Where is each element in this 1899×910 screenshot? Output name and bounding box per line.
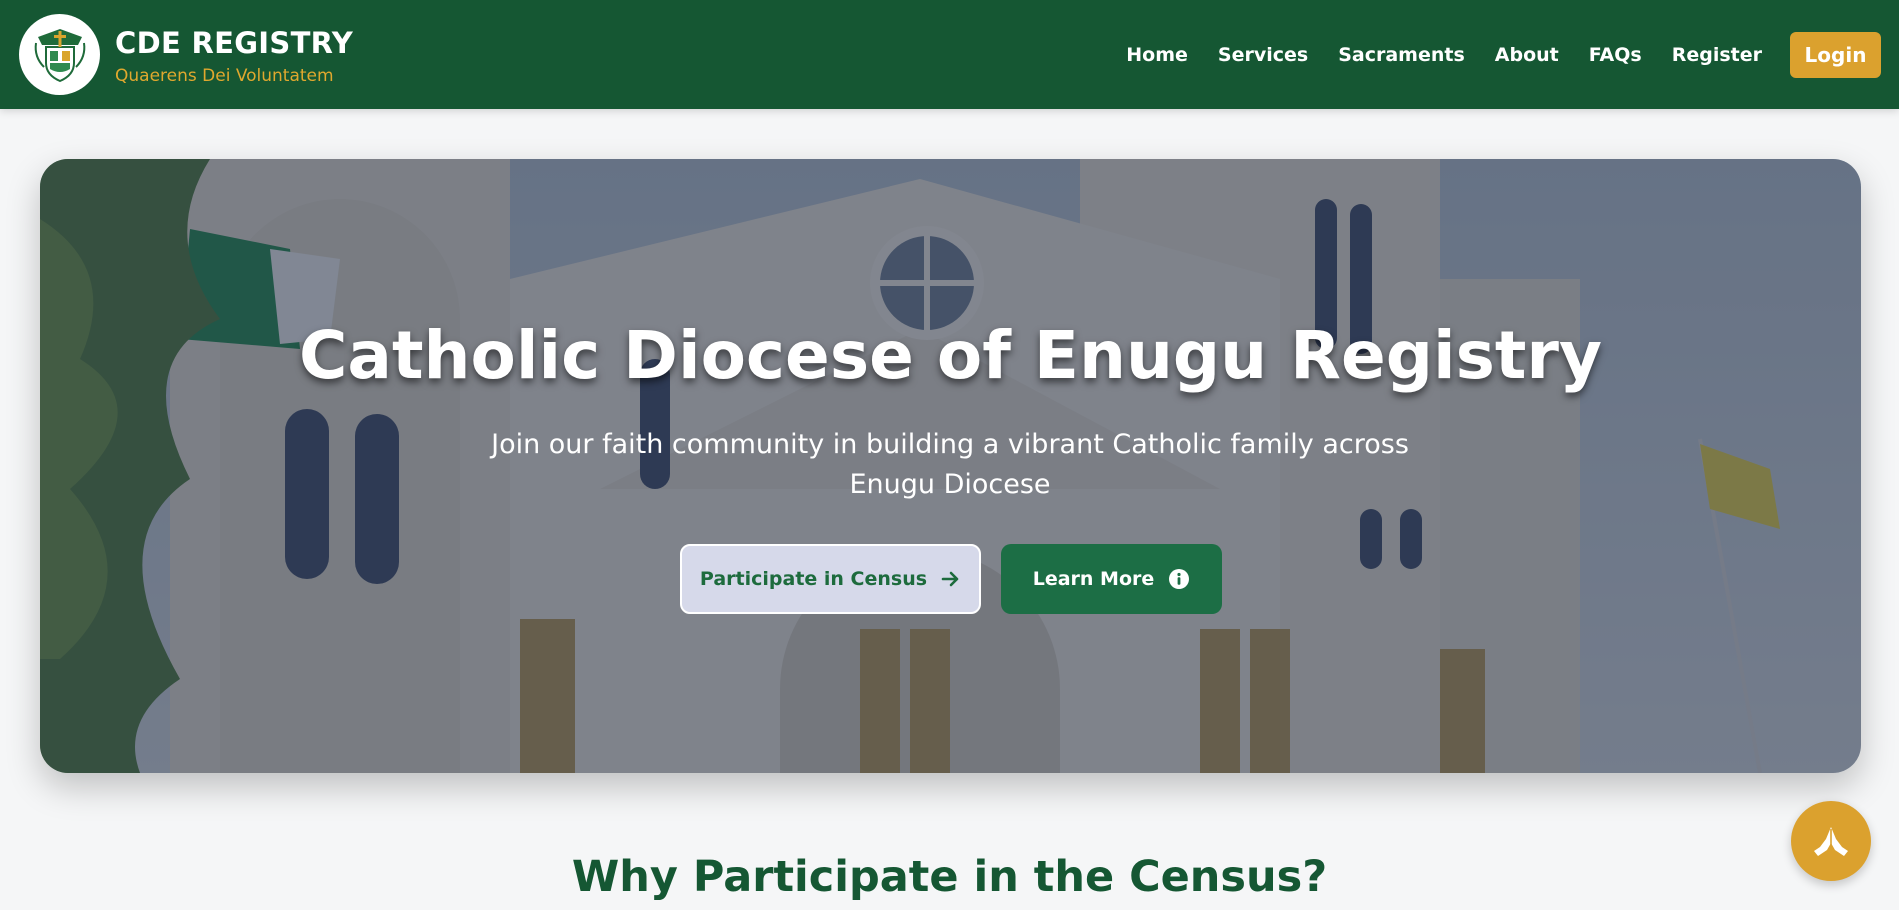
- learn-more-label: Learn More: [1032, 568, 1155, 590]
- praying-hands-icon: [1814, 827, 1848, 856]
- hero-subtitle: Join our faith community in building a v…: [491, 429, 1409, 500]
- main-nav: Home Services Sacraments About FAQs Regi…: [1126, 0, 1899, 109]
- prayer-floating-button[interactable]: [1791, 801, 1871, 881]
- nav-home[interactable]: Home: [1126, 44, 1188, 66]
- hero-title: Catholic Diocese of Enugu Registry: [298, 317, 1603, 394]
- nav-about[interactable]: About: [1495, 44, 1559, 66]
- section-title: Why Participate in the Census?: [571, 852, 1328, 902]
- nav-faqs[interactable]: FAQs: [1589, 44, 1642, 66]
- arrow-right-icon: [941, 570, 961, 588]
- site-header: CDE REGISTRY Quaerens Dei Voluntatem Hom…: [0, 0, 1899, 109]
- info-circle-icon: [1168, 568, 1190, 590]
- brand-title[interactable]: CDE REGISTRY: [115, 26, 353, 60]
- crest-icon: [34, 28, 85, 82]
- participate-button-label: Participate in Census: [699, 568, 928, 590]
- nav-services[interactable]: Services: [1218, 44, 1308, 66]
- brand-motto: Quaerens Dei Voluntatem: [115, 66, 334, 86]
- login-button[interactable]: Login: [1790, 31, 1881, 78]
- participate-in-census-button[interactable]: Participate in Census: [680, 544, 981, 614]
- nav-register[interactable]: Register: [1672, 44, 1762, 66]
- learn-more-button[interactable]: Learn More: [1001, 544, 1222, 614]
- nav-sacraments[interactable]: Sacraments: [1338, 44, 1465, 66]
- hero-banner: Catholic Diocese of Enugu Registry Join …: [40, 159, 1861, 773]
- diocese-crest-logo[interactable]: [19, 14, 100, 95]
